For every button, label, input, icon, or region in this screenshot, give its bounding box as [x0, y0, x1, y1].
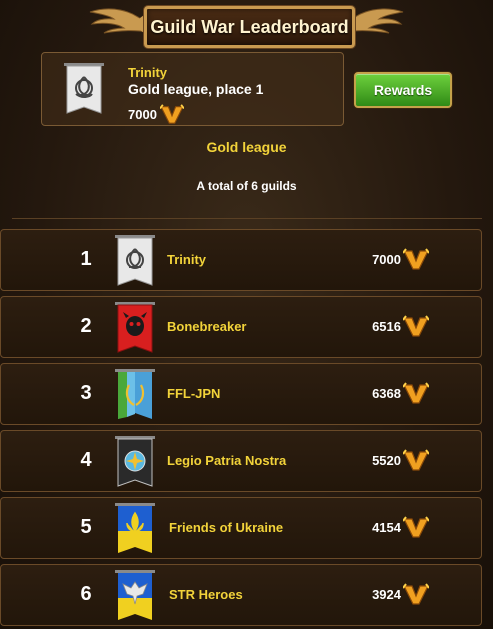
title-bar: Guild War Leaderboard — [0, 0, 493, 48]
victory-points-icon — [403, 583, 429, 605]
victory-points-icon — [403, 516, 429, 538]
guild-name: STR Heroes — [169, 587, 243, 602]
victory-points-icon — [403, 315, 429, 337]
table-row[interactable]: 5 Friends of Ukraine 4154 — [0, 497, 482, 559]
my-guild-score: 7000 — [128, 103, 184, 125]
guild-name: FFL-JPN — [167, 386, 221, 401]
victory-points-icon — [159, 104, 184, 124]
rewards-button[interactable]: Rewards — [354, 72, 452, 108]
divider — [12, 218, 482, 219]
triquetra-icon — [115, 235, 155, 286]
page-title: Guild War Leaderboard — [150, 16, 349, 37]
guild-name: Friends of Ukraine — [169, 520, 284, 535]
victory-points-icon — [403, 248, 429, 270]
guild-name: Legio Patria Nostra — [167, 453, 287, 468]
guild-score: 6516 — [372, 319, 401, 334]
guild-score: 6368 — [372, 386, 401, 401]
rank: 4 — [80, 449, 92, 471]
fleur-de-lis-icon — [115, 503, 155, 553]
table-row[interactable]: 3 FFL-JPN 6368 — [0, 363, 482, 425]
demon-skull-icon — [115, 302, 155, 353]
table-row[interactable]: 2 Bonebreaker 6516 — [0, 296, 482, 358]
my-guild-place: Gold league, place 1 — [128, 81, 264, 97]
laurel-wreath-icon — [115, 369, 155, 419]
rank: 1 — [80, 248, 92, 270]
triquetra-icon — [64, 63, 104, 114]
guild-score: 5520 — [372, 453, 401, 468]
table-row[interactable]: 4 Legio Patria Nostra 5520 — [0, 430, 482, 492]
table-row[interactable]: 6 STR Heroes 3924 — [0, 564, 482, 626]
victory-points-icon — [403, 449, 429, 471]
league-name: Gold league — [206, 139, 287, 155]
guild-score: 4154 — [372, 520, 401, 535]
rank: 3 — [80, 382, 92, 404]
rank: 5 — [80, 516, 92, 538]
my-guild-name: Trinity — [128, 65, 168, 80]
guild-name: Bonebreaker — [167, 319, 247, 334]
guild-count: A total of 6 guilds — [196, 179, 297, 193]
guild-name: Trinity — [167, 252, 207, 267]
guild-score: 7000 — [372, 252, 401, 267]
eagle-icon — [115, 570, 155, 620]
star-emblem-icon — [115, 436, 155, 487]
my-guild-card: Trinity Gold league, place 1 7000 — [41, 52, 344, 126]
guild-score: 3924 — [372, 587, 401, 602]
victory-points-icon — [403, 382, 429, 404]
table-row[interactable]: 1 Trinity 7000 — [0, 229, 482, 291]
rank: 6 — [80, 583, 92, 605]
title-plate: Guild War Leaderboard — [144, 6, 355, 48]
rank: 2 — [80, 315, 92, 337]
my-guild-score-value: 7000 — [128, 106, 157, 122]
